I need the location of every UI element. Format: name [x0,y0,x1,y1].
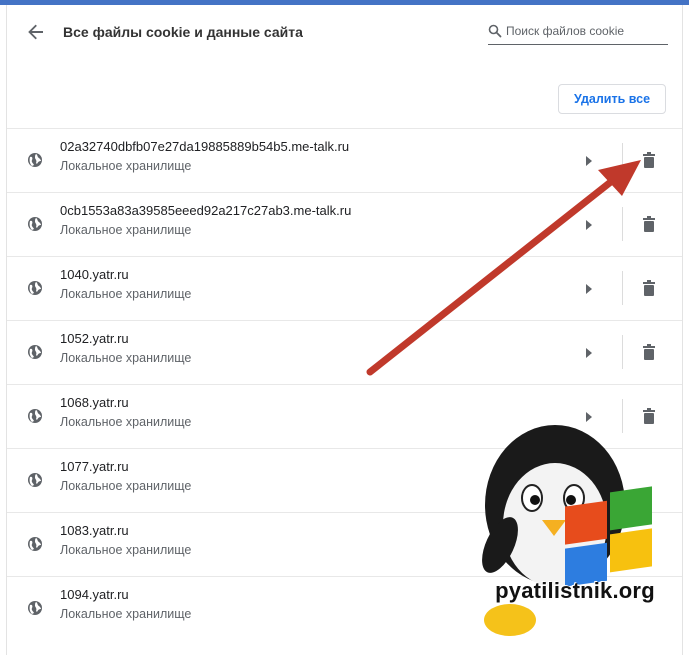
chevron-right-icon [586,284,592,294]
delete-site-button[interactable] [639,213,659,235]
chevron-right-icon [586,348,592,358]
expand-site-button[interactable] [581,151,597,171]
site-name: 02a32740dbfb07e27da19885889b54b5.me-talk… [60,139,350,154]
remove-all-button[interactable]: Удалить все [558,84,666,114]
row-divider [622,207,623,241]
globe-icon [28,601,42,615]
site-storage-type: Локальное хранилище [60,287,192,301]
site-storage-type: Локальное хранилище [60,351,192,365]
arrow-back-icon [28,24,43,40]
site-name: 1094.yatr.ru [60,587,129,602]
site-name: 1083.yatr.ru [60,523,129,538]
globe-icon [28,153,42,167]
site-name: 1077.yatr.ru [60,459,129,474]
site-row[interactable]: 1040.yatr.ru Локальное хранилище [7,256,682,320]
row-divider [622,271,623,305]
site-storage-type: Локальное хранилище [60,223,192,237]
watermark-text: pyatilistnik.org [495,578,655,603]
search-input[interactable] [506,22,664,40]
delete-site-button[interactable] [639,149,659,171]
page-header: Все файлы cookie и данные сайта [7,5,682,61]
globe-icon [28,537,42,551]
chevron-right-icon [586,220,592,230]
trash-icon [643,280,655,296]
search-box[interactable] [488,22,668,45]
site-row[interactable]: 1052.yatr.ru Локальное хранилище [7,320,682,384]
trash-icon [643,344,655,360]
globe-icon [28,281,42,295]
site-storage-type: Локальное хранилище [60,479,192,493]
site-name: 1040.yatr.ru [60,267,129,282]
expand-site-button[interactable] [581,343,597,363]
globe-icon [28,473,42,487]
site-storage-type: Локальное хранилище [60,159,192,173]
globe-icon [28,217,42,231]
site-name: 0cb1553a83a39585eeed92a217c27ab3.me-talk… [60,203,352,218]
row-divider [622,335,623,369]
globe-icon [28,409,42,423]
chevron-right-icon [586,156,592,166]
delete-site-button[interactable] [639,341,659,363]
site-storage-type: Локальное хранилище [60,415,192,429]
trash-icon [643,216,655,232]
expand-site-button[interactable] [581,279,597,299]
site-storage-type: Локальное хранилище [60,607,192,621]
site-storage-type: Локальное хранилище [60,543,192,557]
page-title: Все файлы cookie и данные сайта [63,24,303,40]
delete-site-button[interactable] [639,277,659,299]
site-row[interactable]: 0cb1553a83a39585eeed92a217c27ab3.me-talk… [7,192,682,256]
site-name: 1052.yatr.ru [60,331,129,346]
site-row[interactable]: 02a32740dbfb07e27da19885889b54b5.me-talk… [7,128,682,192]
back-button[interactable] [23,19,49,45]
globe-icon [28,345,42,359]
expand-site-button[interactable] [581,215,597,235]
search-icon [488,24,502,38]
site-name: 1068.yatr.ru [60,395,129,410]
watermark-mascot [482,425,652,636]
trash-icon [643,152,655,168]
row-divider [622,143,623,177]
